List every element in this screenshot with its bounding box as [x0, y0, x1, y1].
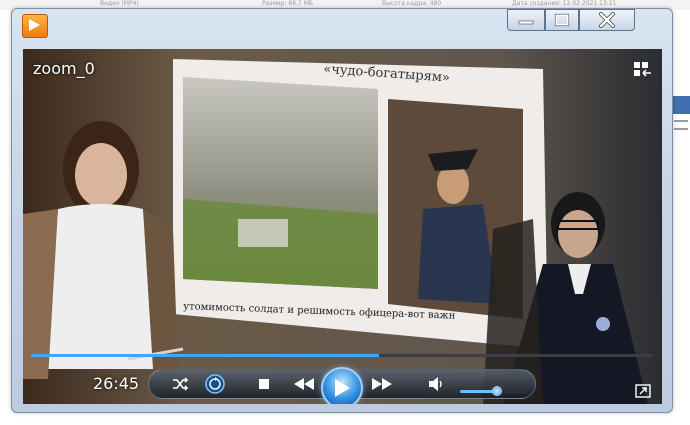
maximize-button[interactable]	[545, 9, 579, 31]
switch-to-library-icon	[634, 62, 651, 77]
fullscreen-icon	[635, 384, 651, 398]
repeat-button[interactable]	[203, 372, 227, 396]
maximize-icon	[554, 13, 570, 27]
background-created-date: Дата создания: 12.02.2021 13:21	[512, 0, 617, 7]
shuffle-icon	[173, 377, 189, 391]
repeat-icon	[205, 374, 225, 394]
mute-button[interactable]	[426, 375, 448, 393]
stop-icon	[259, 379, 269, 389]
stop-button[interactable]	[255, 375, 273, 393]
media-player-icon	[22, 14, 48, 38]
minimize-icon	[518, 20, 534, 25]
volume-icon	[429, 377, 442, 391]
fullscreen-button[interactable]	[635, 383, 651, 398]
switch-to-library-button[interactable]	[633, 61, 653, 79]
video-area[interactable]: «чудо-богатырям» утомимость солдат и реш…	[23, 49, 662, 404]
minimize-button[interactable]	[507, 9, 545, 31]
play-button[interactable]	[321, 367, 363, 404]
player-window: «чудо-богатырям» утомимость солдат и реш…	[11, 8, 673, 413]
seek-progress	[31, 354, 380, 357]
volume-slider[interactable]	[460, 386, 528, 396]
close-icon	[599, 12, 615, 28]
elapsed-time: 26:45	[93, 374, 140, 393]
play-icon	[335, 379, 350, 397]
background-file-type: Видео (MP4)	[100, 0, 139, 7]
next-icon	[372, 378, 392, 390]
next-button[interactable]	[367, 374, 397, 394]
shuffle-button[interactable]	[169, 374, 191, 394]
background-frame-height: Высота кадра: 480	[382, 0, 442, 7]
video-title: zoom_0	[33, 59, 95, 78]
previous-icon	[294, 378, 314, 390]
close-button[interactable]	[579, 9, 635, 31]
seek-bar[interactable]	[31, 354, 653, 357]
video-frame: «чудо-богатырям» утомимость солдат и реш…	[23, 49, 662, 404]
background-file-size: Размер: 66,7 МБ	[262, 0, 313, 7]
previous-button[interactable]	[289, 374, 319, 394]
background-window-edge	[672, 90, 690, 150]
